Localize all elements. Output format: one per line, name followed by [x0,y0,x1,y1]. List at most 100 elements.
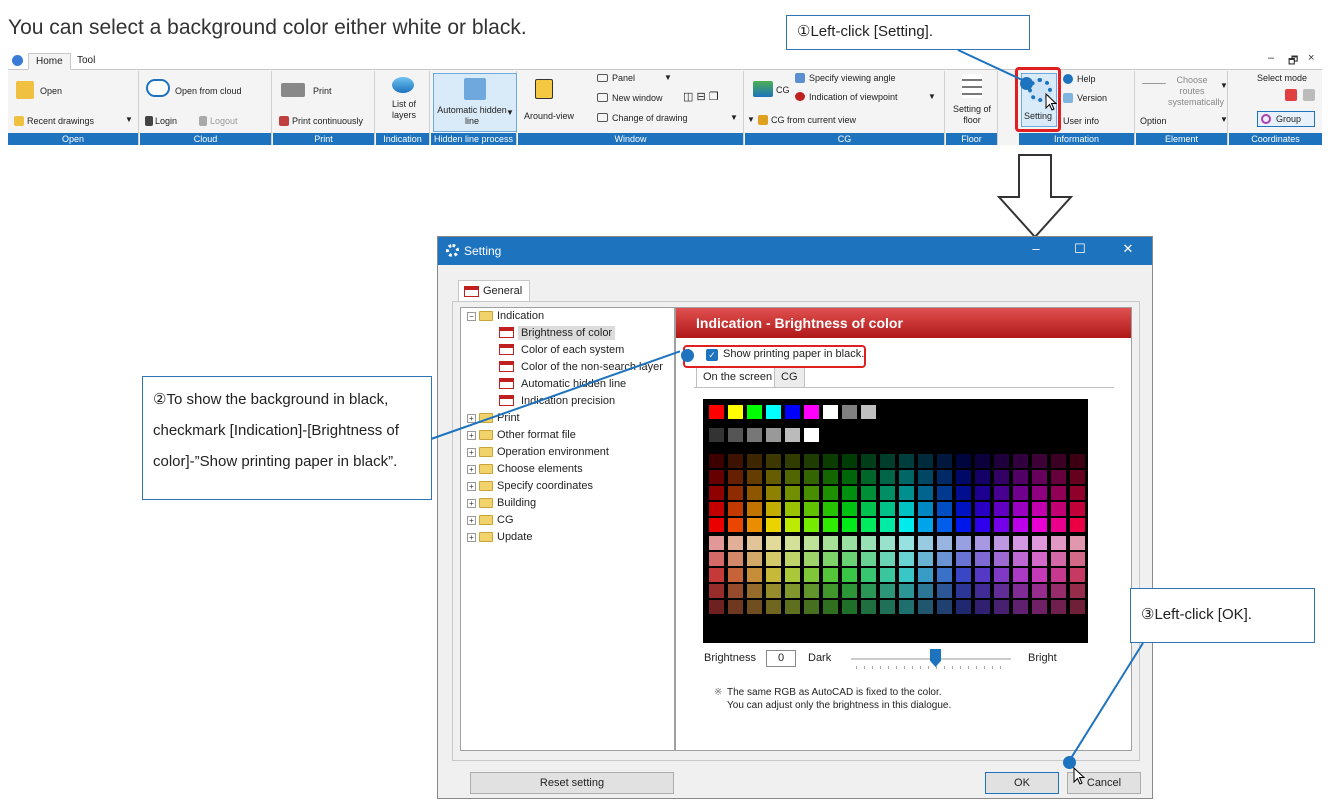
change-drawing-button[interactable]: Change of drawing [612,113,688,124]
color-swatch[interactable] [880,470,895,484]
panel-button[interactable]: Panel [612,73,635,84]
tile-windows-icon[interactable]: ◫ ⊟ ❐ [683,92,719,103]
color-swatch[interactable] [785,600,800,614]
color-swatch[interactable] [1051,454,1066,468]
color-swatch[interactable] [804,454,819,468]
color-swatch[interactable] [899,568,914,582]
color-swatch[interactable] [804,536,819,550]
color-swatch[interactable] [975,518,990,532]
color-swatch[interactable] [804,502,819,516]
color-swatch[interactable] [804,405,819,419]
color-swatch[interactable] [880,502,895,516]
auto-hidden-line-button[interactable]: Automatic hidden line ▼ [433,73,517,132]
open-from-cloud-button[interactable]: Open from cloud [175,86,242,97]
color-swatch[interactable] [823,454,838,468]
color-swatch[interactable] [956,454,971,468]
color-swatch[interactable] [728,454,743,468]
color-swatch[interactable] [1070,518,1085,532]
color-swatch[interactable] [709,454,724,468]
color-swatch[interactable] [709,502,724,516]
color-swatch[interactable] [918,600,933,614]
tree-item-color-each-system[interactable]: Color of each system [521,343,624,357]
color-swatch[interactable] [975,486,990,500]
color-swatch[interactable] [937,600,952,614]
color-swatch[interactable] [956,584,971,598]
color-swatch[interactable] [728,502,743,516]
choose-routes-button[interactable]: Choose routes systematically [1168,75,1224,108]
color-swatch[interactable] [842,518,857,532]
brightness-slider-thumb[interactable] [930,649,941,667]
new-window-button[interactable]: New window [612,93,663,104]
chevron-down-icon[interactable]: ▼ [730,113,738,122]
tree-item-other-format-file[interactable]: Other format file [497,428,576,442]
color-swatch[interactable] [994,600,1009,614]
tree-item-brightness-of-color[interactable]: Brightness of color [518,326,616,340]
tree-item-building[interactable]: Building [497,496,536,510]
color-swatch[interactable] [766,518,781,532]
color-swatch[interactable] [1070,600,1085,614]
color-swatch[interactable] [880,518,895,532]
color-swatch[interactable] [728,600,743,614]
color-swatch[interactable] [956,470,971,484]
chevron-down-icon[interactable]: ▼ [928,92,936,101]
color-swatch[interactable] [823,518,838,532]
color-swatch[interactable] [975,568,990,582]
color-swatch[interactable] [937,568,952,582]
color-swatch[interactable] [1051,470,1066,484]
color-swatch[interactable] [899,552,914,566]
color-swatch[interactable] [1032,584,1047,598]
color-swatch[interactable] [1032,486,1047,500]
color-swatch[interactable] [861,552,876,566]
group-button[interactable]: Group [1257,111,1315,127]
color-swatch[interactable] [937,486,952,500]
color-swatch[interactable] [1070,502,1085,516]
color-swatch[interactable] [880,536,895,550]
color-swatch[interactable] [918,502,933,516]
color-swatch[interactable] [709,584,724,598]
color-swatch[interactable] [1013,584,1028,598]
color-swatch[interactable] [994,584,1009,598]
color-swatch[interactable] [937,536,952,550]
color-swatch[interactable] [861,486,876,500]
color-swatch[interactable] [709,536,724,550]
color-swatch[interactable] [766,502,781,516]
color-swatch[interactable] [823,536,838,550]
color-swatch[interactable] [1051,502,1066,516]
color-swatch[interactable] [785,405,800,419]
color-swatch[interactable] [918,486,933,500]
color-swatch[interactable] [823,405,838,419]
color-swatch[interactable] [804,600,819,614]
chevron-down-icon[interactable]: ▼ [1220,81,1228,90]
color-swatch[interactable] [994,502,1009,516]
color-swatch[interactable] [994,536,1009,550]
color-swatch[interactable] [1070,536,1085,550]
color-swatch[interactable] [1070,470,1085,484]
color-swatch[interactable] [861,600,876,614]
color-swatch[interactable] [766,584,781,598]
color-swatch[interactable] [804,428,819,442]
color-swatch[interactable] [975,536,990,550]
color-swatch[interactable] [1051,568,1066,582]
color-swatch[interactable] [1032,502,1047,516]
color-swatch[interactable] [728,536,743,550]
color-swatch[interactable] [747,568,762,582]
color-swatch[interactable] [861,584,876,598]
tab-home[interactable]: Home [28,53,71,70]
dialog-maximize-button[interactable]: ☐ [1070,241,1090,257]
color-swatch[interactable] [728,470,743,484]
color-swatch[interactable] [899,502,914,516]
tree-item-cg[interactable]: CG [497,513,514,527]
color-swatch[interactable] [804,518,819,532]
color-swatch[interactable] [785,568,800,582]
color-swatch[interactable] [804,552,819,566]
setting-of-floor-button[interactable]: Setting of floor [950,104,994,126]
option-button[interactable]: Option [1140,116,1167,127]
color-swatch[interactable] [785,470,800,484]
color-swatch[interactable] [899,584,914,598]
color-swatch[interactable] [1032,568,1047,582]
color-swatch[interactable] [1051,600,1066,614]
color-swatch[interactable] [880,454,895,468]
color-swatch[interactable] [1032,518,1047,532]
color-swatch[interactable] [842,536,857,550]
tab-tool[interactable]: Tool [70,53,102,70]
